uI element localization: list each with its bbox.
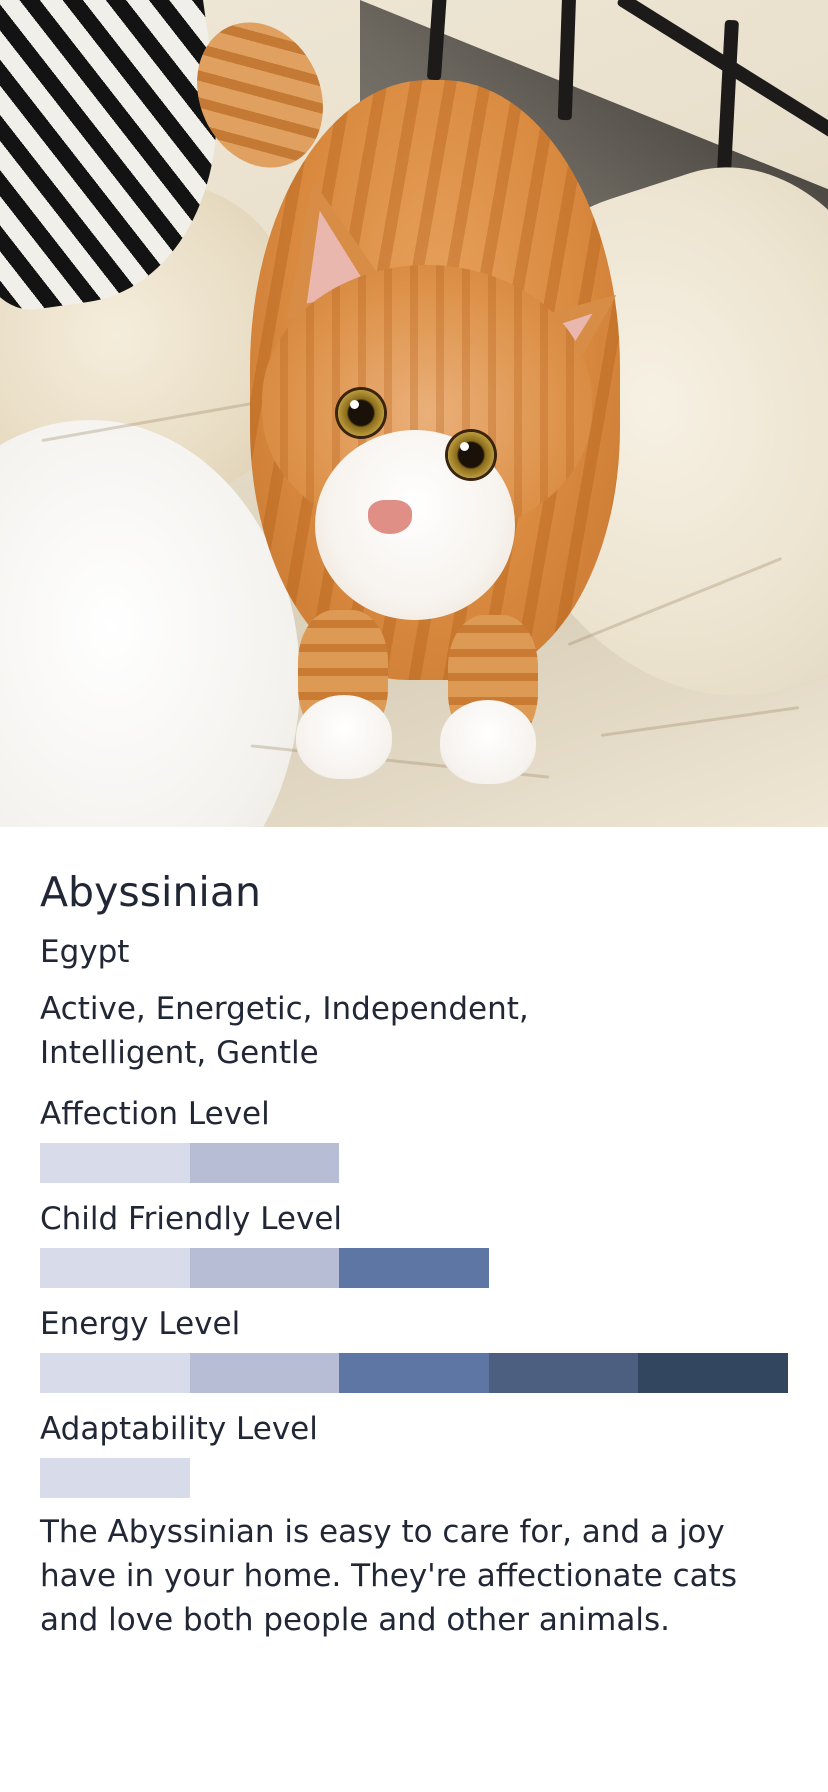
photo-cat-eye — [448, 432, 494, 478]
level-segment — [189, 1248, 340, 1288]
energy-level-label: Energy Level — [40, 1306, 241, 1342]
level-segment — [40, 1248, 190, 1288]
photo-cat-nose — [368, 500, 412, 534]
level-segment — [488, 1353, 639, 1393]
adaptability-level-meter — [40, 1458, 788, 1498]
breed-description: The Abyssinian is easy to care for, and … — [40, 1514, 737, 1638]
level-segment — [339, 1353, 489, 1393]
photo-cat-paw — [296, 695, 392, 779]
cat-photo — [0, 0, 828, 827]
child-friendly-level-meter — [40, 1248, 788, 1288]
affection-level-meter — [40, 1143, 788, 1183]
affection-level-label: Affection Level — [40, 1096, 270, 1132]
child-friendly-level-label: Child Friendly Level — [40, 1201, 343, 1237]
photo-sheet-crease — [600, 706, 800, 737]
level-segment — [40, 1353, 190, 1393]
breed-origin: Egypt — [40, 934, 130, 970]
level-segment — [339, 1248, 489, 1288]
level-segment — [189, 1353, 340, 1393]
level-segment — [40, 1458, 190, 1498]
level-segment — [189, 1143, 340, 1183]
adaptability-level-label: Adaptability Level — [40, 1411, 318, 1447]
level-segment — [40, 1143, 190, 1183]
photo-cat-paw — [440, 700, 536, 784]
energy-level-meter — [40, 1353, 788, 1393]
breed-temperament: Active, Energetic, Independent, Intellig… — [40, 991, 529, 1071]
breed-detail-screen: Abyssinian Egypt Active, Energetic, Inde… — [0, 0, 828, 1792]
photo-cat-eye — [338, 390, 384, 436]
breed-name: Abyssinian — [40, 868, 261, 916]
level-segment — [638, 1353, 788, 1393]
